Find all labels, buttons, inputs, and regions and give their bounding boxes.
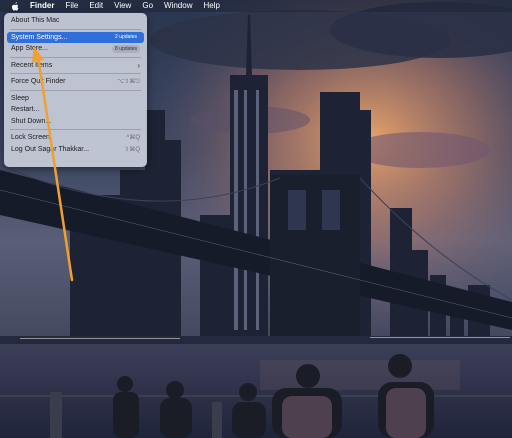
menu-file[interactable]: File — [65, 0, 78, 12]
menu-go[interactable]: Go — [142, 0, 153, 12]
menu-item-label: Sleep — [11, 94, 29, 102]
menu-window[interactable]: Window — [164, 0, 192, 12]
menu-item-label: Lock Screen — [11, 134, 50, 142]
menu-item-label: Recent Items — [11, 61, 53, 69]
menu-view[interactable]: View — [114, 0, 131, 12]
menu-item-shut-down[interactable]: Shut Down... — [7, 116, 144, 128]
apple-menu-dropdown: About This Mac System Settings... 2 upda… — [4, 13, 147, 167]
menu-item-system-settings[interactable]: System Settings... 2 updates — [7, 31, 144, 43]
menu-help[interactable]: Help — [203, 0, 219, 12]
menu-edit[interactable]: Edit — [89, 0, 103, 12]
menu-bar: Finder File Edit View Go Window Help — [0, 0, 512, 12]
menu-item-recent-items[interactable]: Recent Items › — [7, 60, 144, 72]
menu-item-label: About This Mac — [11, 17, 60, 25]
menu-separator — [10, 28, 141, 30]
menu-item-label: Log Out Sagar Thakkar... — [11, 145, 90, 153]
menu-item-label: App Store... — [11, 45, 48, 53]
menu-item-force-quit[interactable]: Force Quit Finder ⌥⇧⌘⎋ — [7, 76, 144, 88]
updates-badge: 8 updates — [112, 44, 140, 53]
menu-item-label: Restart... — [11, 106, 40, 114]
apple-logo-icon[interactable] — [9, 0, 21, 12]
menu-item-lock-screen[interactable]: Lock Screen ^⌘Q — [7, 132, 144, 144]
keyboard-shortcut: ^⌘Q — [126, 135, 140, 142]
menu-separator — [10, 89, 141, 91]
updates-badge: 2 updates — [115, 34, 137, 41]
menu-item-sleep[interactable]: Sleep — [7, 93, 144, 105]
menu-separator — [10, 56, 141, 58]
menu-finder[interactable]: Finder — [30, 0, 54, 12]
keyboard-shortcut: ⌥⇧⌘⎋ — [117, 78, 140, 85]
menu-item-restart[interactable]: Restart... — [7, 104, 144, 116]
menu-separator — [10, 73, 141, 74]
menu-item-label: System Settings... — [11, 33, 68, 41]
menu-item-about-this-mac[interactable]: About This Mac — [7, 15, 144, 27]
menu-item-label: Force Quit Finder — [11, 78, 66, 86]
menu-item-app-store[interactable]: App Store... 8 updates — [7, 43, 144, 55]
menu-item-label: Shut Down... — [11, 117, 52, 125]
menu-separator — [10, 129, 141, 130]
keyboard-shortcut: ⇧⌘Q — [124, 146, 140, 153]
menu-item-log-out[interactable]: Log Out Sagar Thakkar... ⇧⌘Q — [7, 144, 144, 156]
chevron-right-icon: › — [137, 60, 140, 70]
